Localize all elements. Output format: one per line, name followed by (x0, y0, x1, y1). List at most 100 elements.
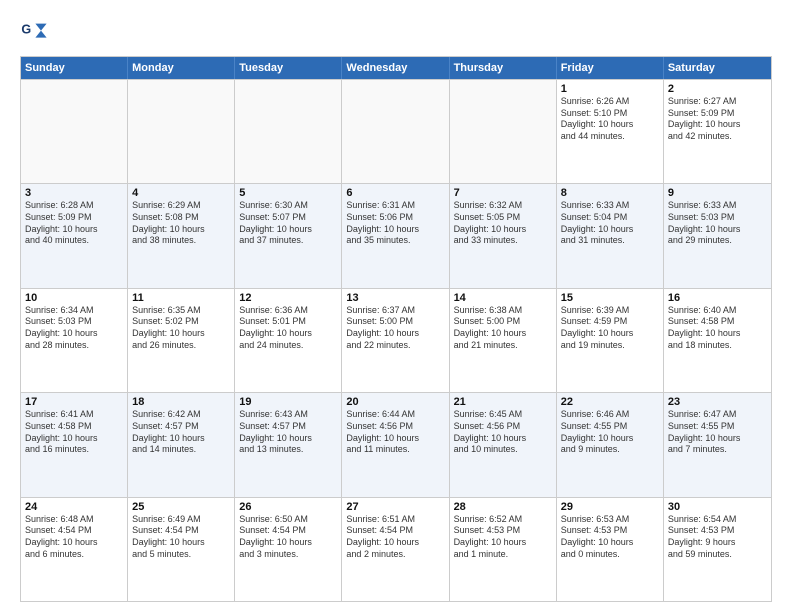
day-number: 11 (132, 292, 230, 304)
empty-cell (450, 80, 557, 183)
day-cell-9: 9Sunrise: 6:33 AM Sunset: 5:03 PM Daylig… (664, 184, 771, 287)
day-info: Sunrise: 6:37 AM Sunset: 5:00 PM Dayligh… (346, 305, 444, 352)
day-info: Sunrise: 6:41 AM Sunset: 4:58 PM Dayligh… (25, 409, 123, 456)
day-number: 10 (25, 292, 123, 304)
day-info: Sunrise: 6:47 AM Sunset: 4:55 PM Dayligh… (668, 409, 767, 456)
day-number: 23 (668, 396, 767, 408)
svg-text:G: G (21, 22, 31, 36)
day-info: Sunrise: 6:43 AM Sunset: 4:57 PM Dayligh… (239, 409, 337, 456)
day-number: 12 (239, 292, 337, 304)
empty-cell (128, 80, 235, 183)
day-cell-7: 7Sunrise: 6:32 AM Sunset: 5:05 PM Daylig… (450, 184, 557, 287)
day-number: 1 (561, 83, 659, 95)
day-cell-23: 23Sunrise: 6:47 AM Sunset: 4:55 PM Dayli… (664, 393, 771, 496)
calendar-row-5: 24Sunrise: 6:48 AM Sunset: 4:54 PM Dayli… (21, 497, 771, 601)
header-day-wednesday: Wednesday (342, 57, 449, 79)
day-cell-22: 22Sunrise: 6:46 AM Sunset: 4:55 PM Dayli… (557, 393, 664, 496)
day-info: Sunrise: 6:36 AM Sunset: 5:01 PM Dayligh… (239, 305, 337, 352)
day-info: Sunrise: 6:49 AM Sunset: 4:54 PM Dayligh… (132, 514, 230, 561)
day-cell-24: 24Sunrise: 6:48 AM Sunset: 4:54 PM Dayli… (21, 498, 128, 601)
day-number: 28 (454, 501, 552, 513)
day-info: Sunrise: 6:48 AM Sunset: 4:54 PM Dayligh… (25, 514, 123, 561)
day-cell-4: 4Sunrise: 6:29 AM Sunset: 5:08 PM Daylig… (128, 184, 235, 287)
day-info: Sunrise: 6:30 AM Sunset: 5:07 PM Dayligh… (239, 200, 337, 247)
header-day-thursday: Thursday (450, 57, 557, 79)
day-number: 9 (668, 187, 767, 199)
day-info: Sunrise: 6:31 AM Sunset: 5:06 PM Dayligh… (346, 200, 444, 247)
header-day-saturday: Saturday (664, 57, 771, 79)
day-info: Sunrise: 6:39 AM Sunset: 4:59 PM Dayligh… (561, 305, 659, 352)
day-cell-2: 2Sunrise: 6:27 AM Sunset: 5:09 PM Daylig… (664, 80, 771, 183)
day-cell-27: 27Sunrise: 6:51 AM Sunset: 4:54 PM Dayli… (342, 498, 449, 601)
day-info: Sunrise: 6:32 AM Sunset: 5:05 PM Dayligh… (454, 200, 552, 247)
day-number: 16 (668, 292, 767, 304)
day-cell-28: 28Sunrise: 6:52 AM Sunset: 4:53 PM Dayli… (450, 498, 557, 601)
day-cell-21: 21Sunrise: 6:45 AM Sunset: 4:56 PM Dayli… (450, 393, 557, 496)
day-number: 22 (561, 396, 659, 408)
day-number: 29 (561, 501, 659, 513)
day-info: Sunrise: 6:29 AM Sunset: 5:08 PM Dayligh… (132, 200, 230, 247)
day-number: 30 (668, 501, 767, 513)
day-info: Sunrise: 6:50 AM Sunset: 4:54 PM Dayligh… (239, 514, 337, 561)
day-info: Sunrise: 6:54 AM Sunset: 4:53 PM Dayligh… (668, 514, 767, 561)
header-day-friday: Friday (557, 57, 664, 79)
day-cell-19: 19Sunrise: 6:43 AM Sunset: 4:57 PM Dayli… (235, 393, 342, 496)
day-info: Sunrise: 6:52 AM Sunset: 4:53 PM Dayligh… (454, 514, 552, 561)
calendar-row-1: 1Sunrise: 6:26 AM Sunset: 5:10 PM Daylig… (21, 79, 771, 183)
calendar-row-4: 17Sunrise: 6:41 AM Sunset: 4:58 PM Dayli… (21, 392, 771, 496)
day-cell-26: 26Sunrise: 6:50 AM Sunset: 4:54 PM Dayli… (235, 498, 342, 601)
day-number: 3 (25, 187, 123, 199)
logo-icon: G (20, 18, 48, 46)
header-day-sunday: Sunday (21, 57, 128, 79)
day-cell-14: 14Sunrise: 6:38 AM Sunset: 5:00 PM Dayli… (450, 289, 557, 392)
day-number: 20 (346, 396, 444, 408)
day-cell-25: 25Sunrise: 6:49 AM Sunset: 4:54 PM Dayli… (128, 498, 235, 601)
day-number: 27 (346, 501, 444, 513)
header-day-tuesday: Tuesday (235, 57, 342, 79)
day-number: 5 (239, 187, 337, 199)
day-info: Sunrise: 6:33 AM Sunset: 5:03 PM Dayligh… (668, 200, 767, 247)
day-info: Sunrise: 6:40 AM Sunset: 4:58 PM Dayligh… (668, 305, 767, 352)
day-cell-5: 5Sunrise: 6:30 AM Sunset: 5:07 PM Daylig… (235, 184, 342, 287)
header: G (20, 18, 772, 46)
day-cell-10: 10Sunrise: 6:34 AM Sunset: 5:03 PM Dayli… (21, 289, 128, 392)
day-number: 25 (132, 501, 230, 513)
calendar-body: 1Sunrise: 6:26 AM Sunset: 5:10 PM Daylig… (21, 79, 771, 601)
day-number: 17 (25, 396, 123, 408)
day-info: Sunrise: 6:33 AM Sunset: 5:04 PM Dayligh… (561, 200, 659, 247)
day-cell-29: 29Sunrise: 6:53 AM Sunset: 4:53 PM Dayli… (557, 498, 664, 601)
header-day-monday: Monday (128, 57, 235, 79)
empty-cell (342, 80, 449, 183)
day-cell-6: 6Sunrise: 6:31 AM Sunset: 5:06 PM Daylig… (342, 184, 449, 287)
day-info: Sunrise: 6:35 AM Sunset: 5:02 PM Dayligh… (132, 305, 230, 352)
empty-cell (21, 80, 128, 183)
day-info: Sunrise: 6:53 AM Sunset: 4:53 PM Dayligh… (561, 514, 659, 561)
calendar-row-2: 3Sunrise: 6:28 AM Sunset: 5:09 PM Daylig… (21, 183, 771, 287)
day-info: Sunrise: 6:46 AM Sunset: 4:55 PM Dayligh… (561, 409, 659, 456)
day-info: Sunrise: 6:38 AM Sunset: 5:00 PM Dayligh… (454, 305, 552, 352)
day-number: 21 (454, 396, 552, 408)
empty-cell (235, 80, 342, 183)
day-number: 8 (561, 187, 659, 199)
day-cell-13: 13Sunrise: 6:37 AM Sunset: 5:00 PM Dayli… (342, 289, 449, 392)
day-number: 13 (346, 292, 444, 304)
day-cell-3: 3Sunrise: 6:28 AM Sunset: 5:09 PM Daylig… (21, 184, 128, 287)
calendar: SundayMondayTuesdayWednesdayThursdayFrid… (20, 56, 772, 602)
day-info: Sunrise: 6:34 AM Sunset: 5:03 PM Dayligh… (25, 305, 123, 352)
day-cell-8: 8Sunrise: 6:33 AM Sunset: 5:04 PM Daylig… (557, 184, 664, 287)
day-cell-12: 12Sunrise: 6:36 AM Sunset: 5:01 PM Dayli… (235, 289, 342, 392)
day-info: Sunrise: 6:28 AM Sunset: 5:09 PM Dayligh… (25, 200, 123, 247)
day-info: Sunrise: 6:42 AM Sunset: 4:57 PM Dayligh… (132, 409, 230, 456)
day-number: 6 (346, 187, 444, 199)
day-number: 7 (454, 187, 552, 199)
calendar-row-3: 10Sunrise: 6:34 AM Sunset: 5:03 PM Dayli… (21, 288, 771, 392)
day-info: Sunrise: 6:51 AM Sunset: 4:54 PM Dayligh… (346, 514, 444, 561)
day-number: 4 (132, 187, 230, 199)
day-cell-11: 11Sunrise: 6:35 AM Sunset: 5:02 PM Dayli… (128, 289, 235, 392)
day-cell-17: 17Sunrise: 6:41 AM Sunset: 4:58 PM Dayli… (21, 393, 128, 496)
day-cell-30: 30Sunrise: 6:54 AM Sunset: 4:53 PM Dayli… (664, 498, 771, 601)
day-cell-16: 16Sunrise: 6:40 AM Sunset: 4:58 PM Dayli… (664, 289, 771, 392)
day-cell-1: 1Sunrise: 6:26 AM Sunset: 5:10 PM Daylig… (557, 80, 664, 183)
day-number: 19 (239, 396, 337, 408)
calendar-header: SundayMondayTuesdayWednesdayThursdayFrid… (21, 57, 771, 79)
